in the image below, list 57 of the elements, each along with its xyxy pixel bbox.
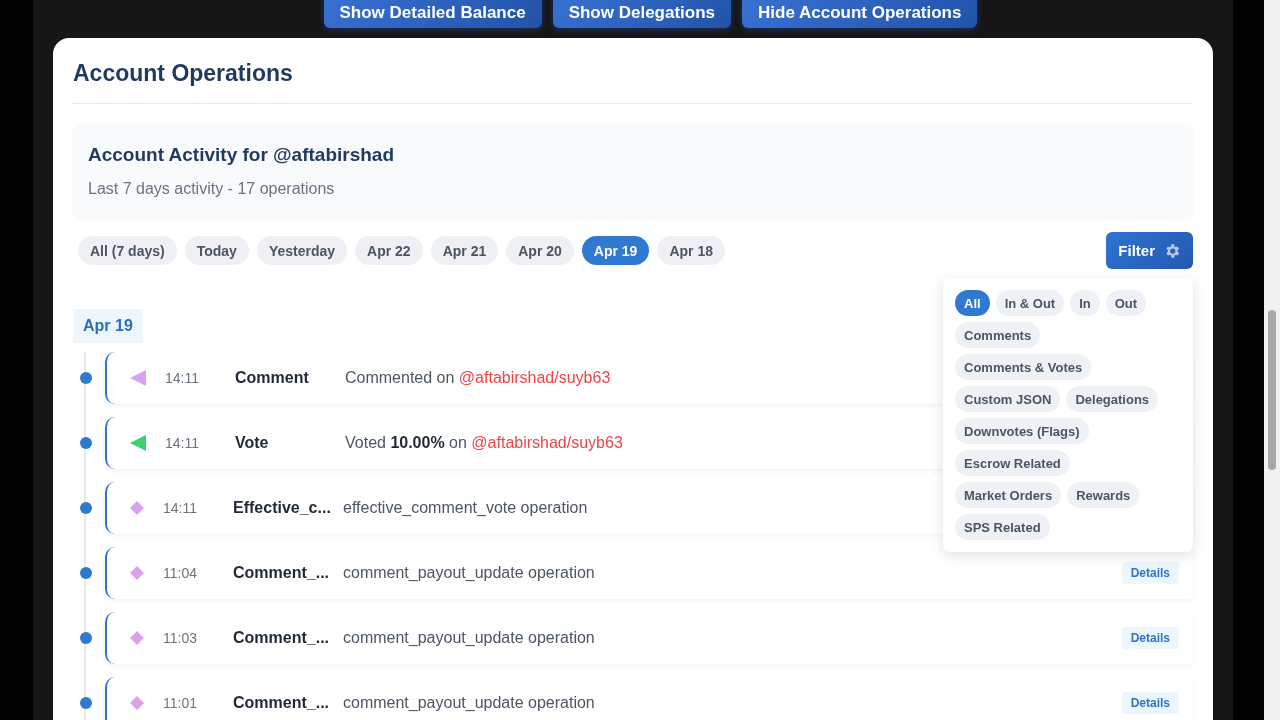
- operation-time: 14:11: [165, 435, 200, 451]
- timeline-dot: [80, 502, 92, 514]
- timeline-dot: [80, 632, 92, 644]
- operation-type: Effective_c...: [233, 499, 332, 517]
- day-label: Apr 19: [73, 309, 143, 343]
- filter-option[interactable]: In: [1070, 290, 1100, 316]
- date-chip[interactable]: Apr 18: [657, 236, 725, 265]
- toolbar-button[interactable]: Hide Account Operations: [742, 0, 978, 28]
- timeline-dot: [80, 372, 92, 384]
- filter-option[interactable]: Custom JSON: [955, 386, 1061, 412]
- operation-description: comment_payout_update operation: [343, 629, 596, 647]
- activity-subtitle: Last 7 days activity - 17 operations: [88, 180, 336, 198]
- operation-type: Comment: [235, 369, 310, 387]
- operation-description: comment_payout_update operation: [343, 694, 596, 712]
- details-button[interactable]: Details: [1121, 627, 1179, 649]
- operation-description: effective_comment_vote operation: [343, 499, 589, 517]
- operation-time: 11:04: [163, 565, 198, 581]
- filter-button[interactable]: Filter: [1106, 232, 1193, 269]
- operation-type: Vote: [235, 434, 270, 452]
- filter-option[interactable]: Delegations: [1066, 386, 1159, 412]
- operation-time: 14:11: [165, 370, 200, 386]
- activity-title: Account Activity for @aftabirshad: [88, 144, 396, 166]
- filter-option[interactable]: Market Orders: [955, 482, 1062, 508]
- toolbar-button[interactable]: Show Detailed Balance: [323, 0, 542, 28]
- filter-option[interactable]: In & Out: [995, 290, 1065, 316]
- operation-time: 14:11: [163, 500, 198, 516]
- filter-option[interactable]: Out: [1105, 290, 1147, 316]
- timeline-dot: [80, 697, 92, 709]
- filter-option[interactable]: Comments: [955, 322, 1041, 348]
- date-chip[interactable]: Apr 21: [430, 236, 499, 265]
- date-chip[interactable]: Apr 22: [355, 236, 423, 265]
- operation-time: 11:01: [163, 695, 198, 711]
- timeline-dot: [80, 567, 92, 579]
- date-chip[interactable]: Yesterday: [256, 236, 348, 265]
- operation-type: Comment_...: [233, 564, 330, 582]
- operation-time: 11:03: [163, 630, 198, 646]
- operation-type: Comment_...: [233, 629, 330, 647]
- details-button[interactable]: Details: [1121, 562, 1179, 584]
- date-chip[interactable]: All (7 days): [78, 236, 177, 265]
- scrollbar[interactable]: [1264, 0, 1280, 720]
- filter-option[interactable]: Downvotes (Flags): [955, 418, 1089, 444]
- details-button[interactable]: Details: [1121, 692, 1179, 714]
- timeline-dot: [80, 437, 92, 449]
- operation-type: Comment_...: [233, 694, 330, 712]
- date-chip[interactable]: Apr 20: [506, 236, 574, 265]
- panel-title: Account Operations: [73, 60, 1193, 104]
- date-chip[interactable]: Today: [184, 236, 249, 265]
- filter-option[interactable]: Comments & Votes: [955, 354, 1092, 380]
- post-link[interactable]: @aftabirshad/suyb63: [471, 434, 623, 451]
- toolbar-button[interactable]: Show Delegations: [552, 0, 732, 28]
- filter-option[interactable]: Escrow Related: [955, 450, 1070, 476]
- post-link[interactable]: @aftabirshad/suyb63: [458, 369, 611, 386]
- date-chip[interactable]: Apr 19: [581, 236, 650, 265]
- filter-option[interactable]: All: [955, 290, 990, 316]
- filter-option[interactable]: SPS Related: [955, 514, 1050, 540]
- operation-description: comment_payout_update operation: [343, 564, 596, 582]
- filter-option[interactable]: Rewards: [1067, 482, 1140, 508]
